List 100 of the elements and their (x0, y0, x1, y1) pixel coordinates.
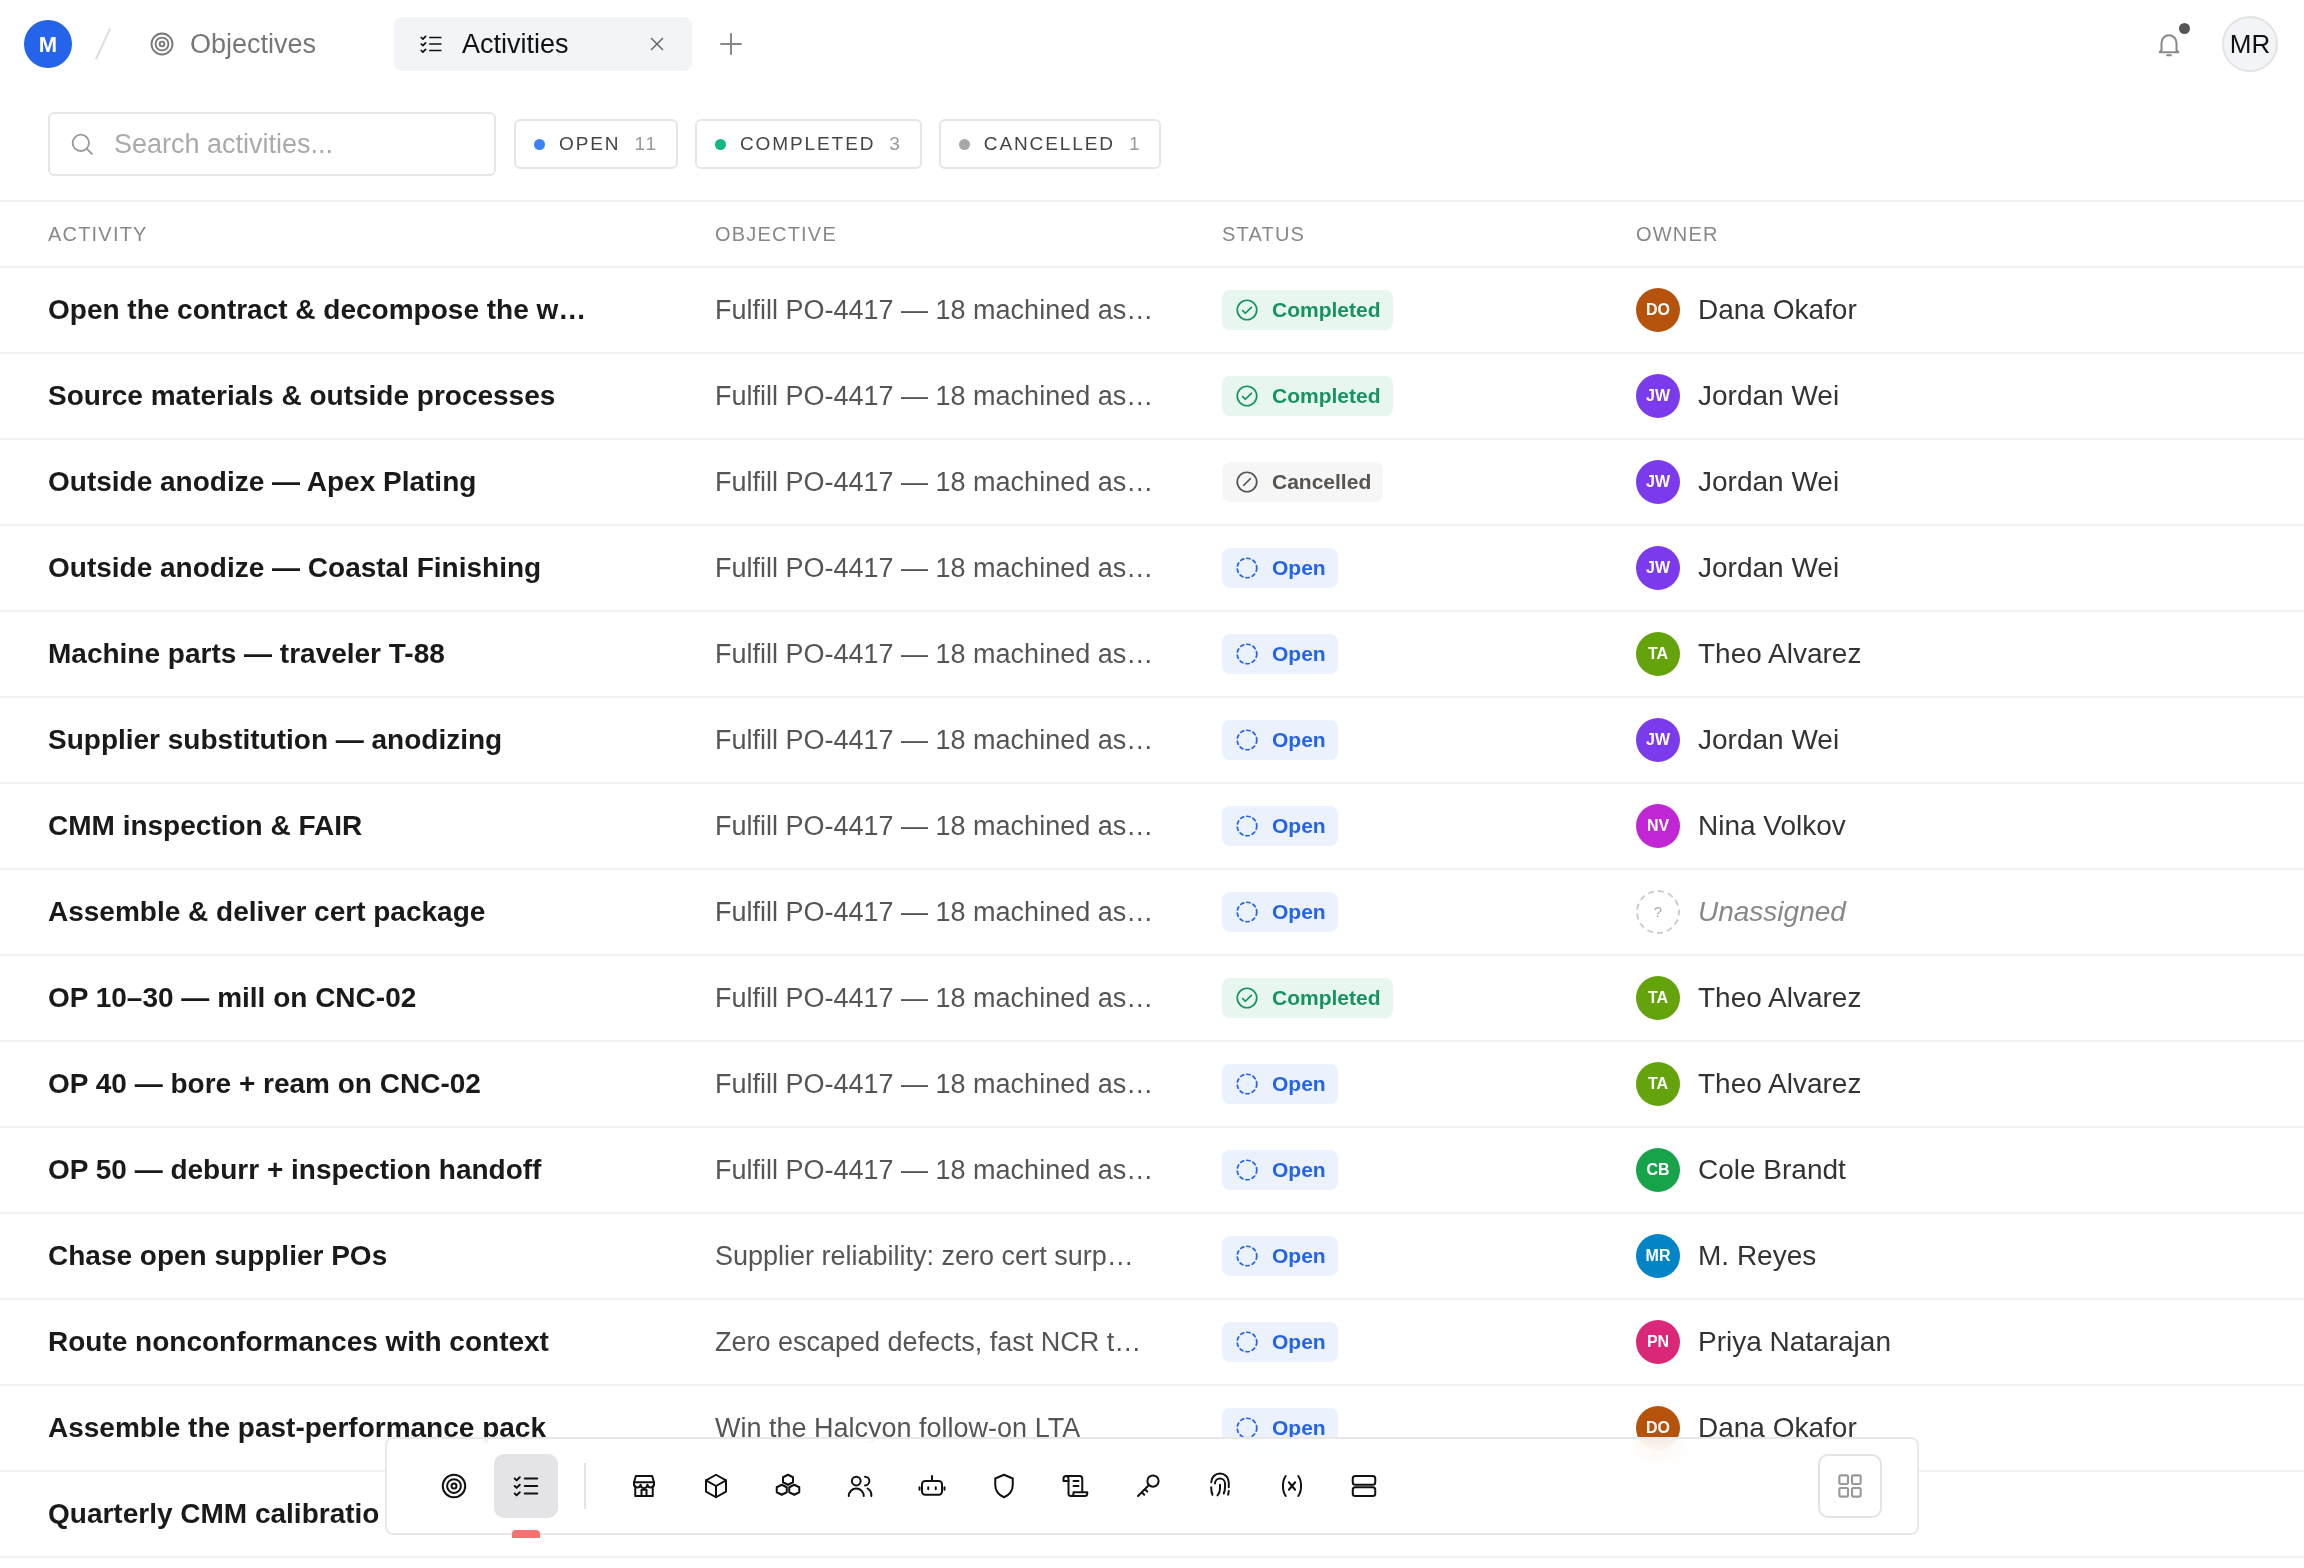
dashed-circle-icon (1234, 1071, 1260, 1097)
objective-name: Supplier reliability: zero cert surp… (715, 1240, 1134, 1271)
status-badge: Completed (1222, 978, 1393, 1018)
check-circle-icon (1234, 985, 1260, 1011)
filter-count: 11 (634, 131, 658, 156)
slash-circle-icon (1234, 469, 1260, 495)
activity-name[interactable]: OP 10–30 — mill on CNC-02 (48, 982, 417, 1013)
owner-avatar: JW (1636, 374, 1680, 418)
owner-avatar: TA (1636, 632, 1680, 676)
filter-label: CANCELLED (983, 131, 1115, 156)
objective-name: Fulfill PO-4417 — 18 machined as… (715, 294, 1154, 325)
status-badge: Open (1222, 634, 1338, 674)
status-badge: Completed (1222, 290, 1393, 330)
column-header: ACTIVITY (48, 223, 148, 245)
objective-name: Fulfill PO-4417 — 18 machined as… (715, 638, 1154, 669)
apps-button[interactable] (1818, 1454, 1882, 1518)
search-field[interactable]: Search activities... (48, 112, 496, 176)
objective-name: Fulfill PO-4417 — 18 machined as… (715, 724, 1154, 755)
activity-name[interactable]: Machine parts — traveler T-88 (48, 638, 445, 669)
workspace-avatar[interactable]: M (24, 20, 72, 68)
dock-button[interactable] (494, 1454, 558, 1518)
column-header: OWNER (1636, 223, 1719, 245)
check-circle-icon (1234, 297, 1260, 323)
status-badge: Open (1222, 720, 1338, 760)
active-indicator (512, 1530, 540, 1538)
owner-name: Priya Natarajan (1698, 1325, 1891, 1359)
status-filter[interactable]: OPEN 11 (514, 119, 678, 169)
activity-name[interactable]: Assemble & deliver cert package (48, 896, 486, 927)
status-badge: Cancelled (1222, 462, 1384, 502)
activity-name[interactable]: CMM inspection & FAIR (48, 810, 363, 841)
activity-name[interactable]: Supplier substitution — anodizing (48, 724, 503, 755)
column-header: OBJECTIVE (715, 223, 837, 245)
status-badge: Open (1222, 548, 1338, 588)
status-filter[interactable]: CANCELLED 1 (938, 119, 1162, 169)
filter-count: 1 (1128, 131, 1142, 156)
target-icon (148, 30, 176, 58)
owner-avatar: NV (1636, 804, 1680, 848)
owner-avatar: JW (1636, 546, 1680, 590)
status-badge: Open (1222, 806, 1338, 846)
target-icon (439, 1471, 469, 1501)
objective-name: Fulfill PO-4417 — 18 machined as… (715, 982, 1154, 1013)
status-badge: Open (1222, 1322, 1338, 1362)
activity-name[interactable]: Open the contract & decompose the w… (48, 294, 587, 325)
objective-name: Zero escaped defects, fast NCR t… (715, 1326, 1142, 1357)
column-header: STATUS (1222, 223, 1306, 245)
activity-name[interactable]: OP 40 — bore + ream on CNC-02 (48, 1068, 481, 1099)
objectives-link[interactable]: Objectives (148, 23, 317, 65)
unassigned-avatar: ? (1636, 890, 1680, 934)
owner-avatar: JW (1636, 718, 1680, 762)
owner-avatar: MR (1636, 1234, 1680, 1278)
filter-count: 3 (889, 131, 902, 156)
objective-name: Fulfill PO-4417 — 18 machined as… (715, 552, 1154, 583)
activity-name[interactable]: Source materials & outside processes (48, 380, 556, 411)
user-avatar[interactable]: MR (2222, 16, 2278, 72)
activity-name[interactable]: Assemble the past-performance pack (48, 1412, 546, 1443)
owner-name: Jordan Wei (1698, 723, 1840, 757)
owner-name: Jordan Wei (1698, 551, 1840, 585)
dashed-circle-icon (1234, 1329, 1260, 1355)
objective-name: Fulfill PO-4417 — 18 machined as… (715, 1068, 1154, 1099)
owner-name: Nina Volkov (1698, 809, 1846, 843)
status-badge: Open (1222, 1236, 1338, 1276)
objective-name: Fulfill PO-4417 — 18 machined as… (715, 466, 1154, 497)
dashed-circle-icon (1234, 555, 1260, 581)
dashed-circle-icon (1234, 899, 1260, 925)
status-badge: Open (1222, 1064, 1338, 1104)
owner-name: Theo Alvarez (1698, 981, 1862, 1015)
owner-avatar: TA (1636, 1062, 1680, 1106)
check-circle-icon (1234, 383, 1260, 409)
owner-avatar: TA (1636, 976, 1680, 1020)
status-filter[interactable]: COMPLETED 3 (695, 119, 922, 169)
activity-name[interactable]: Chase open supplier POs (48, 1240, 388, 1271)
activity-name[interactable]: Outside anodize — Apex Plating (48, 466, 477, 497)
status-badge: Open (1222, 892, 1338, 932)
status-badge: Open (1222, 1150, 1338, 1190)
dashed-circle-icon (1234, 1243, 1260, 1269)
objective-name: Win the Halcyon follow-on LTA (715, 1412, 1081, 1443)
owner-name: Theo Alvarez (1698, 1067, 1862, 1101)
owner-name: Theo Alvarez (1698, 637, 1862, 671)
dashed-circle-icon (1234, 1157, 1260, 1183)
activity-name[interactable]: OP 50 — deburr + inspection handoff (48, 1154, 542, 1185)
owner-name: Dana Okafor (1698, 293, 1857, 327)
owner-name: Unassigned (1698, 895, 1846, 929)
owner-avatar: JW (1636, 460, 1680, 504)
dashed-circle-icon (1234, 641, 1260, 667)
activity-name[interactable]: Outside anodize — Coastal Finishing (48, 552, 542, 583)
owner-name: Jordan Wei (1698, 379, 1840, 413)
dashed-circle-icon (1234, 813, 1260, 839)
owner-name: Dana Okafor (1698, 1411, 1857, 1445)
activities-tab[interactable]: Activities (394, 17, 693, 71)
objective-name: Fulfill PO-4417 — 18 machined as… (715, 380, 1154, 411)
owner-name: Jordan Wei (1698, 465, 1840, 499)
objective-name: Fulfill PO-4417 — 18 machined as… (715, 1154, 1154, 1185)
activity-name[interactable]: Route nonconformances with context (48, 1326, 549, 1357)
objective-name: Fulfill PO-4417 — 18 machined as… (715, 810, 1154, 841)
objective-name: Fulfill PO-4417 — 18 machined as… (715, 896, 1154, 927)
filter-label: COMPLETED (740, 131, 876, 156)
owner-avatar: CB (1636, 1148, 1680, 1192)
owner-name: Cole Brandt (1698, 1153, 1846, 1187)
filter-label: OPEN (559, 131, 621, 156)
activity-name[interactable]: Quarterly CMM calibratio (48, 1498, 380, 1529)
